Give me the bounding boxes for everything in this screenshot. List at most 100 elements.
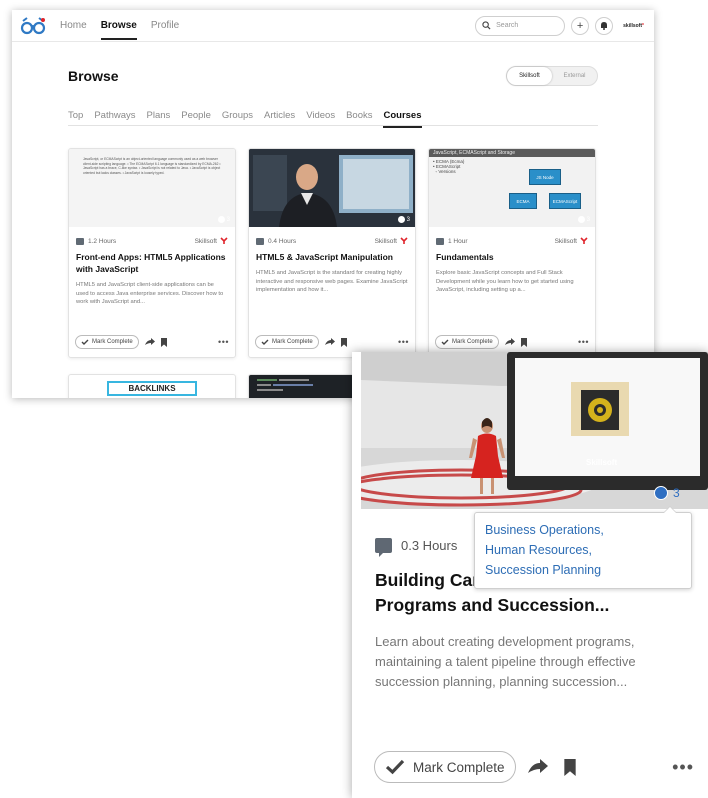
course-type-icon: [76, 237, 84, 245]
share-icon[interactable]: [144, 338, 155, 346]
toggle-external[interactable]: External: [552, 67, 597, 85]
check-icon: [385, 759, 405, 775]
bookmark-icon[interactable]: [160, 337, 167, 347]
tab-courses[interactable]: Courses: [383, 110, 422, 128]
topic-icon: [217, 216, 225, 223]
skillsoft-mark-icon: [580, 237, 588, 244]
browse-window: Home Browse Profile Search + skillsoft* …: [12, 10, 654, 398]
presenter-video-image: [249, 149, 415, 227]
course-card[interactable]: JavaScript, ECMAScript and Storage • ECM…: [428, 148, 596, 358]
course-description: HTML5 and JavaScript client-side applica…: [76, 282, 224, 305]
more-options-icon[interactable]: •••: [672, 757, 694, 778]
brand-logo-text: skillsoft: [623, 22, 643, 29]
course-card[interactable]: BACKLINKS: [68, 374, 236, 398]
course-provider: Skillsoft: [375, 237, 408, 245]
mark-complete-label: Mark Complete: [413, 759, 505, 775]
share-icon[interactable]: [504, 338, 515, 346]
more-options-icon[interactable]: •••: [578, 337, 589, 347]
mark-complete-label: Mark Complete: [92, 339, 133, 345]
mark-complete-button[interactable]: Mark Complete: [75, 335, 139, 349]
screen-brand-label: Skillsoft: [586, 458, 618, 467]
share-icon[interactable]: [527, 759, 548, 775]
bookmark-icon[interactable]: [340, 337, 347, 347]
course-duration: 0.3 Hours: [401, 538, 458, 553]
thumbnail-bullet: ◦ Versions: [433, 169, 456, 174]
course-title[interactable]: Fundamentals: [429, 245, 595, 263]
mark-complete-button[interactable]: Mark Complete: [435, 335, 499, 349]
course-meta: 0.4 Hours Skillsoft: [249, 227, 415, 245]
topic-link-human-resources[interactable]: Human Resources,: [485, 540, 681, 560]
course-title[interactable]: HTML5 & JavaScript Manipulation: [249, 245, 415, 263]
search-placeholder: Search: [496, 22, 519, 29]
course-card[interactable]: JavaScript, or ECMAScript is an object-o…: [68, 148, 236, 358]
course-title-line2: Programs and Succession...: [375, 595, 610, 615]
course-type-icon: [375, 538, 392, 557]
course-meta: 1.2 Hours Skillsoft: [69, 227, 235, 245]
nav-profile[interactable]: Profile: [151, 10, 179, 42]
course-description: HTML5 and JavaScript is the standard for…: [256, 270, 408, 293]
more-options-icon[interactable]: •••: [398, 337, 409, 347]
thumbnail-slide-header: JavaScript, ECMAScript and Storage: [429, 149, 595, 157]
course-description: Explore basic JavaScript concepts and Fu…: [436, 270, 574, 293]
nav-browse[interactable]: Browse: [100, 10, 137, 42]
more-options-icon[interactable]: •••: [218, 337, 229, 347]
course-thumbnail: JavaScript, or ECMAScript is an object-o…: [69, 149, 235, 227]
check-icon: [261, 339, 269, 345]
course-meta: 1 Hour Skillsoft: [429, 227, 595, 245]
nav-home[interactable]: Home: [60, 10, 87, 42]
browse-tabs: Top Pathways Plans People Groups Article…: [68, 110, 598, 128]
course-title[interactable]: Front-end Apps: HTML5 Applications with …: [69, 245, 235, 275]
tab-groups[interactable]: Groups: [222, 110, 253, 125]
tab-plans[interactable]: Plans: [147, 110, 171, 125]
topic-count[interactable]: 3: [397, 216, 410, 223]
diagram-box: ECMA: [509, 193, 537, 209]
tab-top[interactable]: Top: [68, 110, 83, 125]
card-actions: Mark Complete •••: [435, 335, 589, 349]
thumbnail-slide-text: JavaScript, or ECMAScript is an object-o…: [83, 157, 221, 175]
mark-complete-button[interactable]: Mark Complete: [255, 335, 319, 349]
tab-articles[interactable]: Articles: [264, 110, 295, 125]
mark-complete-button[interactable]: Mark Complete: [374, 751, 516, 783]
topic-count[interactable]: 3: [217, 216, 230, 223]
course-thumbnail: JavaScript, ECMAScript and Storage • ECM…: [429, 149, 595, 227]
topic-count-value: 3: [226, 216, 230, 223]
course-duration: 1.2 Hours: [88, 237, 117, 245]
topbar-actions: Search + skillsoft*: [475, 15, 644, 36]
topic-count-value: 3: [586, 216, 590, 223]
brand-logo[interactable]: skillsoft*: [623, 23, 644, 29]
topics-tooltip: Business Operations, Human Resources, Su…: [474, 506, 692, 589]
plus-icon: +: [576, 19, 584, 32]
course-provider: Skillsoft: [555, 237, 588, 245]
check-icon: [81, 339, 89, 345]
course-type-icon: [256, 237, 264, 245]
glasses-logo-icon[interactable]: [20, 16, 48, 36]
topic-count[interactable]: 3: [654, 486, 680, 500]
search-input[interactable]: Search: [475, 15, 566, 36]
source-toggle[interactable]: Skillsoft External: [506, 66, 598, 86]
diagram-box: ECMAScript: [549, 193, 581, 209]
skillsoft-mark-icon: [400, 237, 408, 244]
provider-name: Skillsoft: [554, 237, 577, 245]
mark-complete-label: Mark Complete: [452, 339, 493, 345]
tab-pathways[interactable]: Pathways: [94, 110, 135, 125]
course-description: Learn about creating development program…: [375, 634, 636, 689]
share-icon[interactable]: [324, 338, 335, 346]
notifications-button[interactable]: [595, 16, 614, 35]
check-icon: [441, 339, 449, 345]
course-card[interactable]: 3 0.4 Hours Skillsoft HTML5 & JavaScript…: [248, 148, 416, 358]
provider-name: Skillsoft: [194, 237, 217, 245]
add-button[interactable]: +: [571, 16, 590, 35]
tab-books[interactable]: Books: [346, 110, 372, 125]
search-icon: [482, 21, 491, 30]
course-duration: 1 Hour: [448, 237, 468, 245]
bookmark-icon[interactable]: [520, 337, 527, 347]
skillsoft-mark-icon: [220, 237, 228, 244]
topic-count[interactable]: 3: [577, 216, 590, 223]
topic-link-succession-planning[interactable]: Succession Planning: [485, 560, 681, 580]
bookmark-icon[interactable]: [563, 758, 576, 776]
topic-link-business-operations[interactable]: Business Operations,: [485, 520, 681, 540]
tab-videos[interactable]: Videos: [306, 110, 335, 125]
page-header: Browse Skillsoft External: [68, 66, 598, 86]
toggle-skillsoft[interactable]: Skillsoft: [507, 67, 552, 85]
tab-people[interactable]: People: [181, 110, 211, 125]
